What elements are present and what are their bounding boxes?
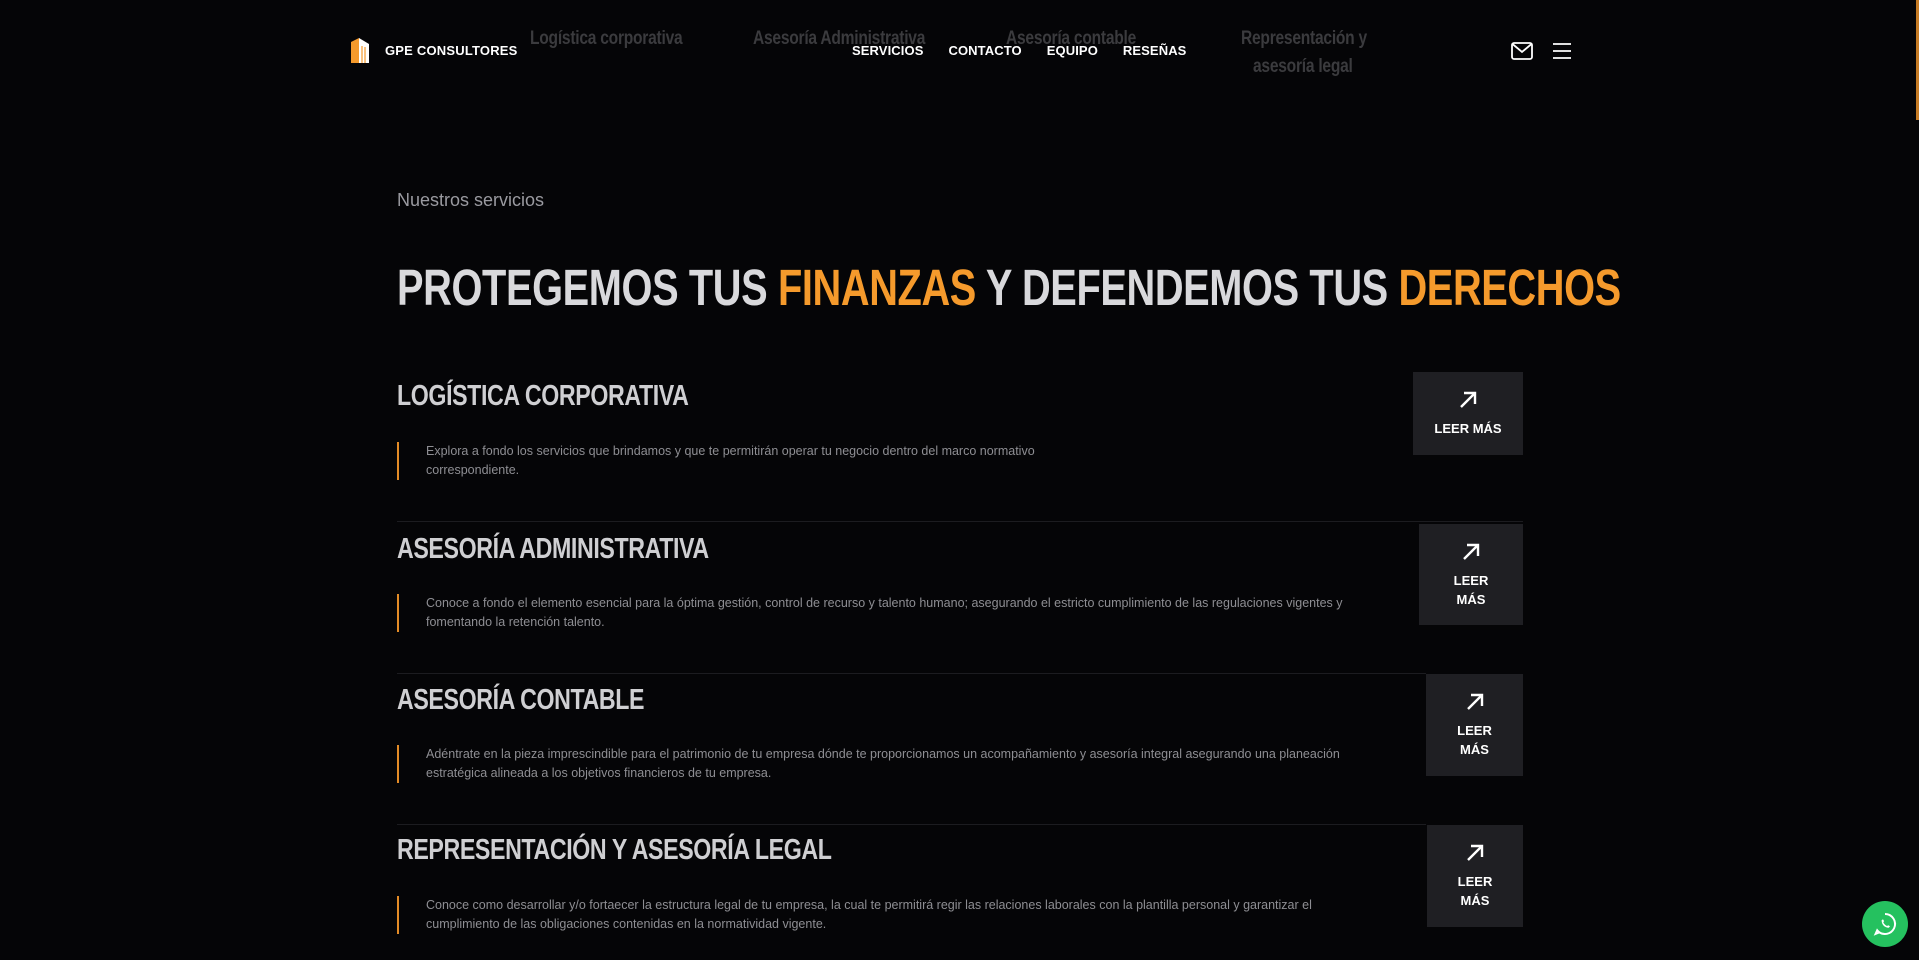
read-more-label: LEER	[1453, 572, 1489, 588]
brand-name: GPE CONSULTORES	[385, 42, 518, 58]
read-more-button[interactable]: LEER MÁS	[1413, 372, 1523, 455]
service-title: LOGÍSTICA CORPORATIVA	[397, 380, 689, 412]
headline-text: PROTEGEMOS TUS	[397, 259, 778, 316]
service-item: LOGÍSTICA CORPORATIVA Explora a fondo lo…	[397, 380, 1523, 480]
read-more-label: MÁS	[1456, 591, 1486, 607]
nav-contacto[interactable]: CONTACTO	[948, 43, 1021, 58]
service-item: ASESORÍA ADMINISTRATIVA Conoce a fondo e…	[397, 533, 1523, 632]
ghost-menu-item: Logística corporativa	[530, 28, 683, 49]
service-divider	[397, 824, 1426, 825]
arrow-up-right-icon	[1466, 693, 1483, 710]
service-divider	[397, 673, 1426, 674]
service-title: REPRESENTACIÓN Y ASESORÍA LEGAL	[397, 834, 832, 866]
service-description: Conoce a fondo el elemento esencial para…	[397, 594, 1344, 632]
mail-icon[interactable]	[1511, 42, 1533, 60]
ghost-menu-item: Representación y	[1241, 28, 1367, 49]
service-description: Explora a fondo los servicios que brinda…	[397, 442, 1077, 480]
read-more-label: LEER MÁS	[1434, 421, 1502, 436]
nav-equipo[interactable]: EQUIPO	[1047, 43, 1098, 58]
headline-accent: FINANZAS	[777, 259, 976, 316]
arrow-up-right-icon	[1467, 844, 1484, 861]
site-header: GPE CONSULTORES Logística corporativa As…	[0, 0, 1919, 105]
hamburger-menu-icon[interactable]	[1552, 42, 1572, 60]
service-item: ASESORÍA CONTABLE Adéntrate en la pieza …	[397, 684, 1523, 783]
ghost-menu-item: asesoría legal	[1253, 56, 1353, 77]
main-nav: SERVICIOS CONTACTO EQUIPO RESEÑAS	[852, 43, 1186, 58]
read-more-label: MÁS	[1460, 893, 1490, 908]
service-description: Conoce como desarrollar y/o fortaecer la…	[397, 896, 1344, 934]
nav-resenas[interactable]: RESEÑAS	[1123, 43, 1187, 58]
section-eyebrow: Nuestros servicios	[397, 190, 545, 210]
read-more-label: LEER	[1457, 874, 1493, 889]
read-more-label: MÁS	[1460, 742, 1489, 757]
read-more-label: LEER	[1457, 723, 1492, 738]
service-title: ASESORÍA CONTABLE	[397, 684, 645, 716]
arrow-up-right-icon	[1463, 543, 1480, 560]
service-divider	[397, 521, 1523, 522]
nav-servicios[interactable]: SERVICIOS	[852, 43, 923, 58]
whatsapp-icon	[1873, 913, 1896, 936]
read-more-button[interactable]: LEER MÁS	[1426, 674, 1523, 776]
building-logo-icon	[351, 38, 369, 63]
section-headline: PROTEGEMOS TUS FINANZAS Y DEFENDEMOS TUS…	[397, 258, 1621, 317]
brand-logo[interactable]: GPE CONSULTORES	[347, 36, 518, 64]
service-description: Adéntrate en la pieza imprescindible par…	[397, 745, 1344, 783]
service-item: REPRESENTACIÓN Y ASESORÍA LEGAL Conoce c…	[397, 834, 1523, 934]
headline-text: Y DEFENDEMOS TUS	[975, 259, 1399, 316]
service-title: ASESORÍA ADMINISTRATIVA	[397, 533, 709, 565]
read-more-button[interactable]: LEER MÁS	[1419, 524, 1523, 625]
whatsapp-button[interactable]	[1862, 901, 1908, 947]
arrow-up-right-icon	[1460, 391, 1477, 408]
read-more-button[interactable]: LEER MÁS	[1427, 825, 1523, 927]
headline-accent: DERECHOS	[1398, 259, 1621, 316]
